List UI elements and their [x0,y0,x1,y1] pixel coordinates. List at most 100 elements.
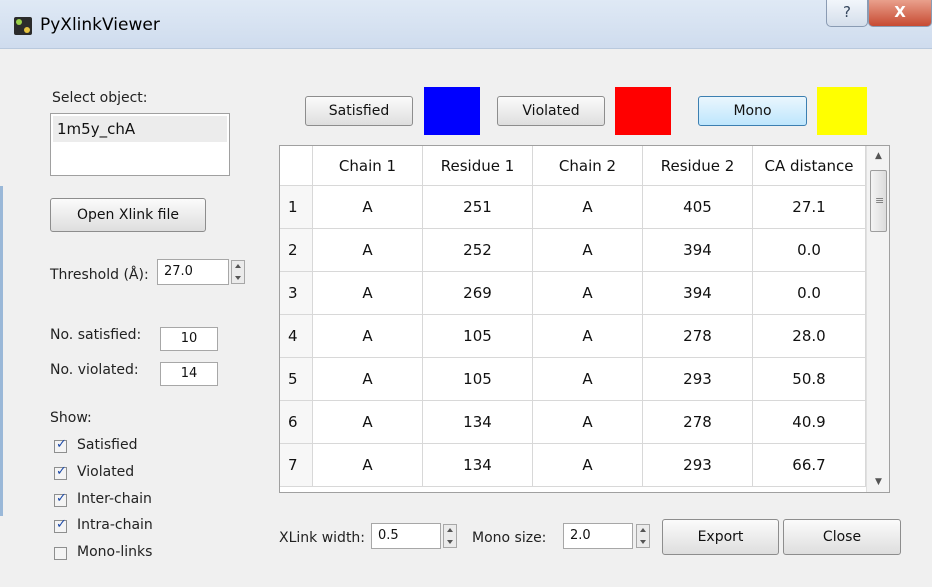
cell-residue-1[interactable]: 105 [423,315,533,358]
scroll-down-arrow-icon[interactable]: ▼ [867,472,889,492]
xlink-width-spinner[interactable] [443,524,457,548]
cell-chain-2[interactable]: A [533,358,643,401]
cell-residue-2[interactable]: 394 [643,229,753,272]
threshold-label: Threshold (Å): [50,267,149,283]
cell-chain-1[interactable]: A [313,186,423,229]
cell-residue-2[interactable]: 293 [643,358,753,401]
cell-chain-1[interactable]: A [313,444,423,487]
table-row[interactable]: 4 A 105 A 278 28.0 [280,315,866,358]
table-vertical-scrollbar[interactable]: ▲ ≡ ▼ [866,146,889,492]
cell-residue-2[interactable]: 278 [643,315,753,358]
row-number[interactable]: 6 [280,401,313,444]
violated-color-button[interactable]: Violated [497,96,605,126]
cell-chain-1[interactable]: A [313,272,423,315]
app-icon [14,17,32,35]
object-item[interactable]: 1m5y_chA [53,116,227,142]
mono-color-button[interactable]: Mono [698,96,807,126]
table-header-row: Chain 1 Residue 1 Chain 2 Residue 2 CA d… [280,146,866,186]
table-row[interactable]: 6 A 134 A 278 40.9 [280,401,866,444]
satisfied-color-swatch[interactable] [424,87,480,135]
export-button[interactable]: Export [662,519,779,555]
cell-ca-distance[interactable]: 40.9 [753,401,866,444]
xlink-width-input[interactable]: 0.5 [371,523,441,549]
row-number[interactable]: 5 [280,358,313,401]
window-edge-strip [0,186,3,516]
cell-residue-1[interactable]: 105 [423,358,533,401]
header-ca-distance[interactable]: CA distance [753,146,866,186]
cell-ca-distance[interactable]: 66.7 [753,444,866,487]
cell-residue-1[interactable]: 134 [423,444,533,487]
violated-checkbox-label: Violated [77,464,135,480]
intra-chain-checkbox-label: Intra-chain [77,517,153,533]
window-close-button[interactable]: X [868,0,932,27]
cell-ca-distance[interactable]: 50.8 [753,358,866,401]
title-bar: PyXlinkViewer ? X [0,0,932,49]
violated-color-swatch[interactable] [615,87,671,135]
no-satisfied-label: No. satisfied: [50,327,142,343]
object-list[interactable]: 1m5y_chA [50,113,230,176]
xlink-width-label: XLink width: [279,530,366,546]
satisfied-color-button[interactable]: Satisfied [305,96,413,126]
mono-color-swatch[interactable] [817,87,867,135]
inter-chain-checkbox[interactable] [54,491,67,507]
mono-links-checkbox-label: Mono-links [77,544,153,560]
no-violated-value: 14 [160,362,218,386]
cell-residue-1[interactable]: 134 [423,401,533,444]
cell-chain-2[interactable]: A [533,444,643,487]
table-row[interactable]: 1 A 251 A 405 27.1 [280,186,866,229]
satisfied-checkbox-label: Satisfied [77,437,138,453]
row-number[interactable]: 2 [280,229,313,272]
cell-residue-1[interactable]: 252 [423,229,533,272]
open-xlink-file-button[interactable]: Open Xlink file [50,198,206,232]
cell-chain-1[interactable]: A [313,358,423,401]
cell-residue-1[interactable]: 251 [423,186,533,229]
scrollbar-thumb[interactable]: ≡ [870,170,887,232]
cell-chain-1[interactable]: A [313,401,423,444]
cell-chain-2[interactable]: A [533,186,643,229]
cell-chain-1[interactable]: A [313,315,423,358]
cell-ca-distance[interactable]: 0.0 [753,229,866,272]
cell-chain-2[interactable]: A [533,272,643,315]
satisfied-checkbox[interactable] [54,437,67,453]
help-button[interactable]: ? [826,0,868,27]
cell-ca-distance[interactable]: 28.0 [753,315,866,358]
intra-chain-checkbox[interactable] [54,517,67,533]
pyxlinkviewer-window: PyXlinkViewer ? X Select object: 1m5y_ch… [0,0,932,587]
mono-size-label: Mono size: [472,530,547,546]
cell-residue-2[interactable]: 278 [643,401,753,444]
table-row[interactable]: 5 A 105 A 293 50.8 [280,358,866,401]
cell-chain-2[interactable]: A [533,229,643,272]
cell-ca-distance[interactable]: 0.0 [753,272,866,315]
close-button[interactable]: Close [783,519,901,555]
row-number[interactable]: 7 [280,444,313,487]
row-number[interactable]: 3 [280,272,313,315]
mono-links-checkbox[interactable] [54,547,67,560]
show-label: Show: [50,410,92,426]
header-chain-2[interactable]: Chain 2 [533,146,643,186]
violated-checkbox[interactable] [54,464,67,480]
table-corner [280,146,313,186]
header-residue-2[interactable]: Residue 2 [643,146,753,186]
cell-residue-2[interactable]: 293 [643,444,753,487]
row-number[interactable]: 1 [280,186,313,229]
mono-size-input[interactable]: 2.0 [563,523,633,549]
cell-ca-distance[interactable]: 27.1 [753,186,866,229]
mono-size-spinner[interactable] [636,524,650,548]
row-number[interactable]: 4 [280,315,313,358]
inter-chain-checkbox-label: Inter-chain [77,491,152,507]
cell-chain-2[interactable]: A [533,401,643,444]
threshold-input[interactable]: 27.0 [157,259,229,285]
table-row[interactable]: 2 A 252 A 394 0.0 [280,229,866,272]
window-title: PyXlinkViewer [40,15,160,35]
scroll-up-arrow-icon[interactable]: ▲ [867,146,889,166]
cell-residue-2[interactable]: 394 [643,272,753,315]
cell-chain-1[interactable]: A [313,229,423,272]
table-row[interactable]: 3 A 269 A 394 0.0 [280,272,866,315]
header-residue-1[interactable]: Residue 1 [423,146,533,186]
header-chain-1[interactable]: Chain 1 [313,146,423,186]
cell-residue-1[interactable]: 269 [423,272,533,315]
table-row[interactable]: 7 A 134 A 293 66.7 [280,444,866,487]
cell-chain-2[interactable]: A [533,315,643,358]
threshold-spinner[interactable] [231,260,245,284]
cell-residue-2[interactable]: 405 [643,186,753,229]
